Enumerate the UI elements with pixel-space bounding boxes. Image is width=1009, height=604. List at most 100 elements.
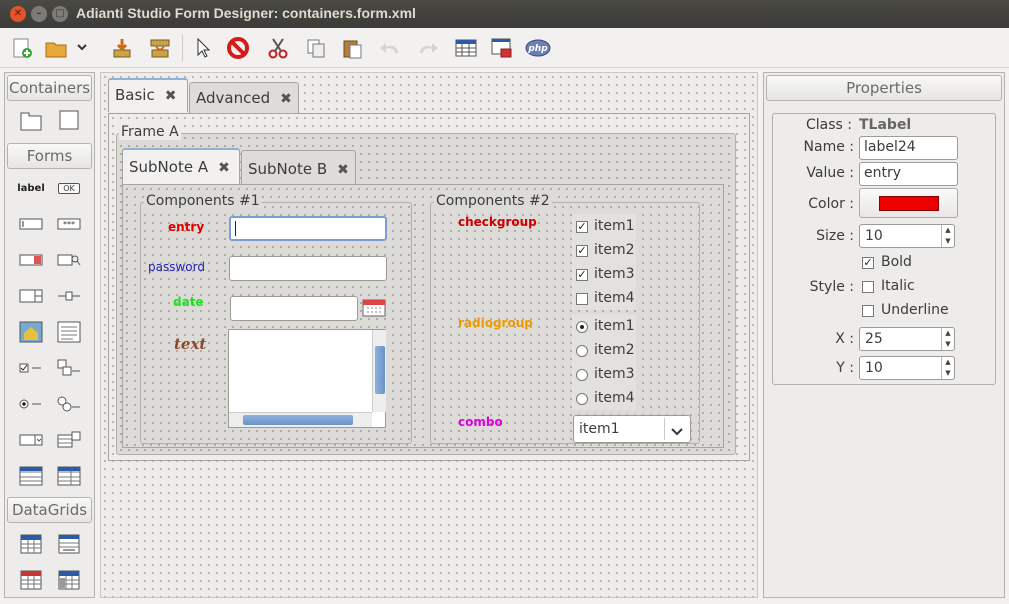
pointer-icon[interactable]: [188, 34, 216, 62]
y-spinner[interactable]: 10 ▲ ▼: [859, 356, 955, 380]
slider-widget-icon[interactable]: [51, 281, 87, 311]
color-button[interactable]: [859, 188, 958, 218]
checkbox[interactable]: ✓: [576, 269, 588, 281]
datagrids-header[interactable]: DataGrids: [7, 497, 92, 523]
tab-subnote-a[interactable]: SubNote A ✖: [122, 148, 240, 184]
combo-label[interactable]: combo: [458, 415, 503, 429]
italic-checkbox[interactable]: [862, 281, 874, 293]
grid-icon[interactable]: [452, 34, 480, 62]
tab-subnote-b[interactable]: SubNote B ✖: [241, 150, 356, 184]
calendar-icon[interactable]: [362, 298, 386, 318]
close-tab-icon[interactable]: ✖: [165, 88, 177, 104]
bold-checkbox[interactable]: ✓: [862, 257, 874, 269]
datagrid-nav-widget-icon[interactable]: [51, 529, 87, 559]
copy-icon[interactable]: [302, 34, 330, 62]
underline-label: Underline: [881, 302, 949, 318]
checkbox[interactable]: ✓: [576, 221, 588, 233]
seek-widget-icon[interactable]: [51, 245, 87, 275]
radio-button[interactable]: [576, 321, 588, 333]
radio-button-widget-icon[interactable]: [13, 389, 49, 419]
minimize-window-icon[interactable]: –: [31, 6, 47, 22]
save-as-icon[interactable]: [146, 34, 174, 62]
close-tab-icon[interactable]: ✖: [280, 91, 292, 107]
x-label: X :: [835, 331, 854, 347]
button-widget-icon[interactable]: OK: [51, 173, 87, 203]
label-widget-text: label: [17, 182, 45, 194]
x-spinner[interactable]: 25 ▲ ▼: [859, 327, 955, 351]
title-bar: ✕ – □ Adianti Studio Form Designer: cont…: [0, 0, 1009, 28]
radio-group-widget-icon[interactable]: [51, 389, 87, 419]
name-field[interactable]: label24: [859, 136, 958, 160]
password-label[interactable]: password: [148, 260, 205, 274]
datagrid-widget-icon[interactable]: [13, 529, 49, 559]
password-widget-icon[interactable]: ***: [51, 209, 87, 239]
spinner-widget-icon[interactable]: [13, 281, 49, 311]
checkbox[interactable]: ✓: [576, 245, 588, 257]
forms-header[interactable]: Forms: [7, 143, 92, 169]
checkbox[interactable]: [576, 293, 588, 305]
datagrid-edit-widget-icon[interactable]: [51, 565, 87, 595]
label-widget-icon[interactable]: label: [9, 173, 53, 203]
properties-header[interactable]: Properties: [766, 75, 1002, 101]
checkgroup-item: item2: [594, 242, 635, 258]
entry-label[interactable]: entry: [168, 220, 204, 234]
redo-icon[interactable]: [414, 34, 442, 62]
date-field[interactable]: [230, 296, 358, 321]
close-tab-icon[interactable]: ✖: [337, 162, 349, 178]
combo-box[interactable]: item1: [573, 415, 691, 443]
palette-panel: Containers Forms label OK *** DataGrids: [4, 72, 95, 598]
check-button-widget-icon[interactable]: [13, 353, 49, 383]
radio-button[interactable]: [576, 345, 588, 357]
value-value: entry: [864, 165, 902, 181]
entry-field[interactable]: [229, 216, 387, 241]
text-widget-icon[interactable]: [51, 317, 87, 347]
cut-icon[interactable]: [264, 34, 292, 62]
notebook-container-icon[interactable]: [13, 105, 49, 135]
multi-combo-widget-icon[interactable]: [51, 425, 87, 455]
spinner-arrows-icon[interactable]: ▲ ▼: [941, 225, 954, 247]
preview-icon[interactable]: [488, 34, 516, 62]
name-label: Name :: [803, 139, 854, 155]
tab-basic[interactable]: Basic ✖: [108, 78, 188, 112]
underline-checkbox[interactable]: [862, 305, 874, 317]
undo-icon[interactable]: [376, 34, 404, 62]
window-title: Adianti Studio Form Designer: containers…: [76, 5, 416, 21]
new-file-icon[interactable]: [8, 34, 36, 62]
dropdown-arrow-icon[interactable]: [74, 34, 90, 62]
tab-advanced[interactable]: Advanced ✖: [189, 82, 299, 113]
text-label[interactable]: text: [174, 335, 206, 353]
containers-header[interactable]: Containers: [7, 75, 92, 101]
close-window-icon[interactable]: ✕: [10, 6, 26, 22]
open-folder-icon[interactable]: [42, 34, 70, 62]
stop-icon[interactable]: [224, 34, 252, 62]
close-tab-icon[interactable]: ✖: [218, 160, 230, 176]
save-icon[interactable]: [108, 34, 136, 62]
date-widget-icon[interactable]: [13, 245, 49, 275]
select-list-widget-icon[interactable]: [13, 461, 49, 491]
entry-widget-icon[interactable]: [13, 209, 49, 239]
sortable-list-widget-icon[interactable]: [51, 461, 87, 491]
maximize-window-icon[interactable]: □: [52, 6, 68, 22]
spinner-arrows-icon[interactable]: ▲ ▼: [941, 357, 954, 379]
size-spinner[interactable]: 10 ▲ ▼: [859, 224, 955, 248]
combo-widget-icon[interactable]: [13, 425, 49, 455]
check-group-widget-icon[interactable]: [51, 353, 87, 383]
frame-container-icon[interactable]: [51, 105, 87, 135]
password-field[interactable]: [229, 256, 387, 281]
image-widget-icon[interactable]: [13, 317, 49, 347]
checkgroup-label[interactable]: checkgroup: [458, 215, 537, 229]
value-field[interactable]: entry: [859, 162, 958, 186]
vertical-scrollbar[interactable]: [372, 330, 386, 412]
radio-button[interactable]: [576, 369, 588, 381]
horizontal-scrollbar[interactable]: [229, 412, 372, 427]
radiogroup-label[interactable]: radiogroup: [458, 316, 533, 330]
button-widget-text: OK: [58, 182, 80, 194]
text-area[interactable]: [228, 329, 386, 428]
php-icon[interactable]: php: [524, 34, 552, 62]
datagrid-check-widget-icon[interactable]: [13, 565, 49, 595]
radio-button[interactable]: [576, 393, 588, 405]
date-label[interactable]: date: [173, 295, 204, 309]
checkgroup-item: item3: [594, 266, 635, 282]
paste-icon[interactable]: [338, 34, 366, 62]
spinner-arrows-icon[interactable]: ▲ ▼: [941, 328, 954, 350]
